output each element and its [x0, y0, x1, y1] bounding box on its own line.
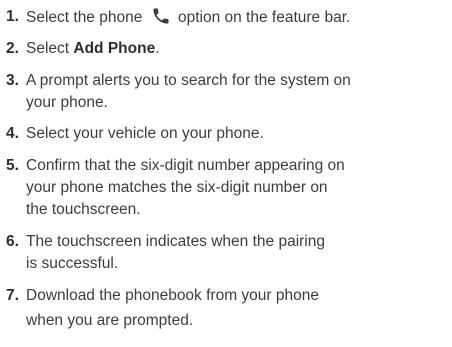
step-text-after-icon: option on the feature bar. [177, 9, 351, 26]
step-line: Download the phonebook from your phone [26, 287, 319, 304]
step-5: 5. Confirm that the six-digit number app… [0, 155, 452, 221]
step-line: The touchscreen indicates when the pairi… [26, 233, 325, 250]
step-number: 5. [6, 157, 19, 174]
step-3: 3. A prompt alerts you to search for the… [0, 70, 452, 114]
step-text-before-icon: Select the phone [26, 9, 143, 26]
step-number: 4. [6, 125, 19, 142]
step-text: The touchscreen indicates when the pairi… [26, 231, 452, 275]
step-number: 3. [6, 72, 19, 89]
phone-icon [150, 6, 172, 26]
step-text: Select the phone option on the feature b… [26, 6, 452, 29]
step-number: 2. [6, 40, 19, 57]
step-line: A prompt alerts you to search for the sy… [26, 72, 351, 89]
step-line: Confirm that the six-digit number appear… [26, 157, 345, 174]
step-text: Select your vehicle on your phone. [26, 123, 452, 145]
step-text: Download the phonebook from your phone w… [26, 285, 452, 332]
step-6: 6. The touchscreen indicates when the pa… [0, 231, 452, 275]
step-2: 2. Select Add Phone. [0, 38, 452, 60]
step-line: your phone. [26, 94, 108, 111]
step-text: Select Add Phone. [26, 38, 452, 60]
step-4: 4. Select your vehicle on your phone. [0, 123, 452, 145]
step-text: Confirm that the six-digit number appear… [26, 155, 452, 221]
step-line: when you are prompted. [26, 312, 194, 329]
step-line: your phone matches the six-digit number … [26, 179, 328, 196]
step-1: 1. Select the phone option on the featur… [0, 6, 452, 29]
step-text-suffix: . [155, 40, 160, 57]
add-phone-label: Add Phone [73, 40, 156, 57]
step-text-prefix: Select [26, 40, 74, 57]
step-line: Select your vehicle on your phone. [26, 125, 264, 142]
step-7: 7. Download the phonebook from your phon… [0, 285, 452, 332]
step-line: the touchscreen. [26, 201, 141, 218]
step-line: is successful. [26, 255, 119, 272]
step-number: 7. [6, 287, 19, 304]
step-number: 6. [6, 233, 19, 250]
step-number: 1. [6, 8, 19, 25]
step-text: A prompt alerts you to search for the sy… [26, 70, 452, 114]
